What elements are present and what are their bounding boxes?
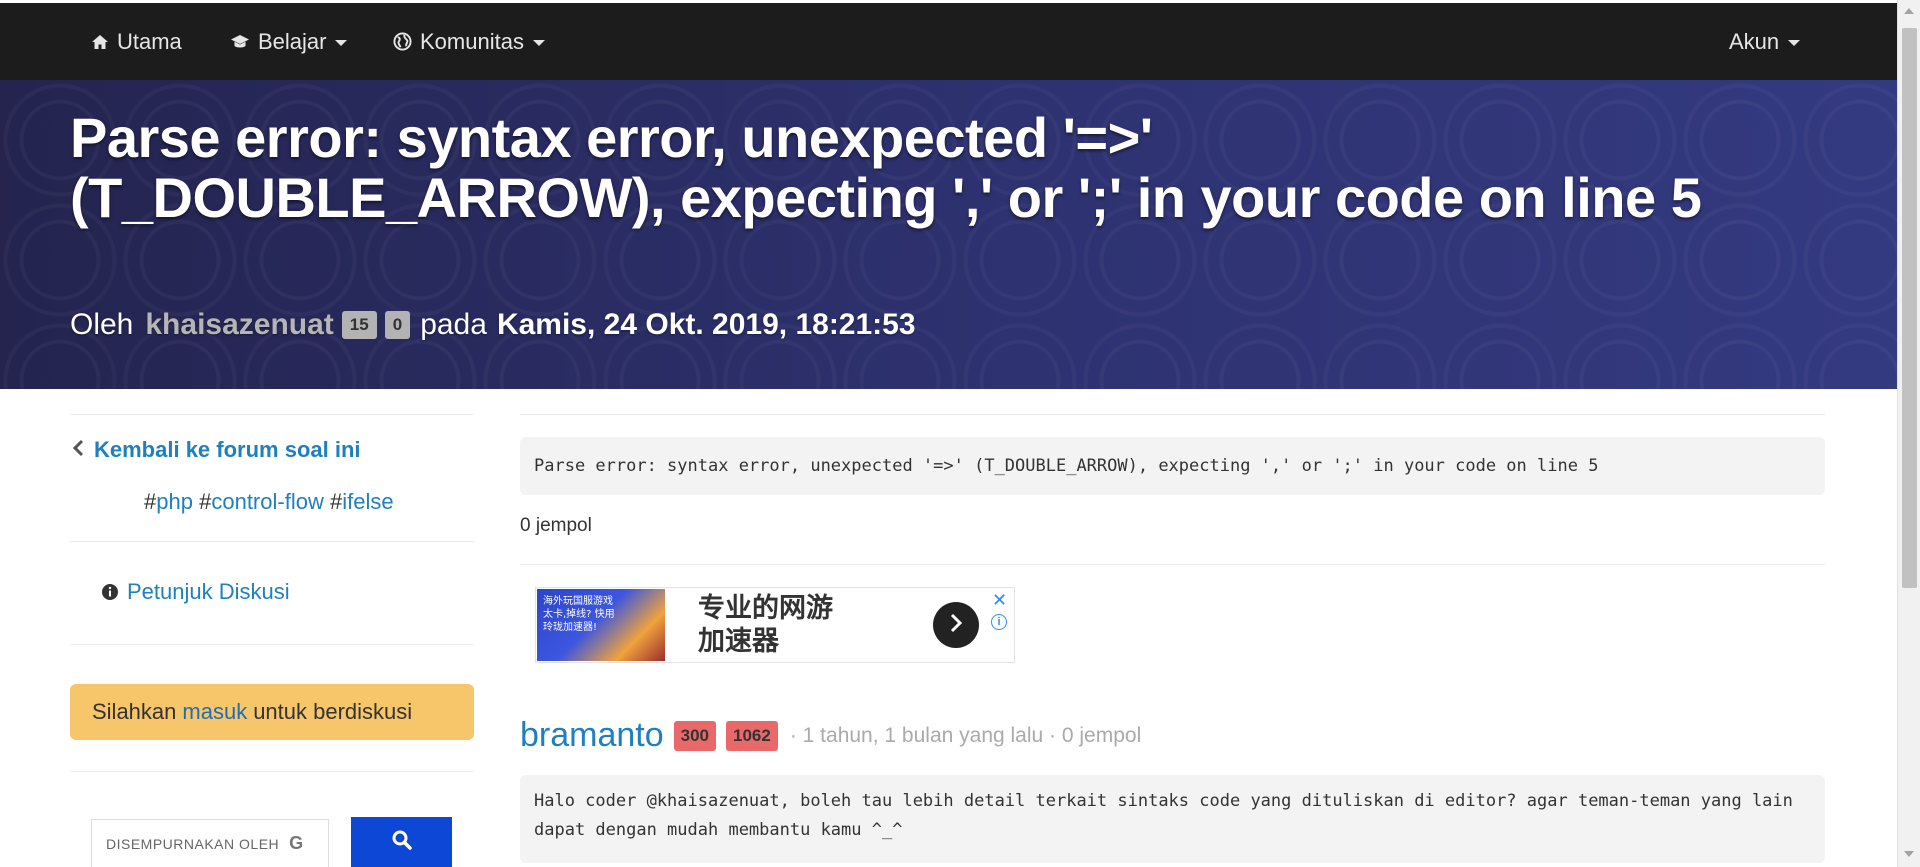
question-author[interactable]: khaisazenuat (145, 308, 333, 342)
page-title: Parse error: syntax error, unexpected '=… (70, 106, 1702, 229)
login-prompt-before: Silahkan (92, 699, 177, 724)
chevron-down-icon (1788, 39, 1801, 46)
search-icon (391, 829, 413, 856)
chevron-down-icon (532, 39, 545, 46)
search-enhanced-by: DISEMPURNAKAN OLEH (106, 835, 280, 852)
nav-learn-label: Belajar (258, 28, 327, 54)
author-badge: 15 (341, 311, 377, 339)
top-navbar: Utama Belajar Komunitas Akun (0, 0, 1897, 80)
tag-php[interactable]: php (156, 489, 193, 514)
divider (520, 564, 1825, 565)
ad-image-text: 海外玩国服游戏 太卡,掉线? 快用玲珑加速器! (543, 596, 615, 633)
tag-hash: # (144, 489, 157, 514)
nav-account-dropdown[interactable]: Akun (1729, 3, 1801, 80)
question-header: Parse error: syntax error, unexpected '=… (0, 80, 1897, 389)
reply-author-badge: 1062 (726, 720, 778, 751)
login-link[interactable]: masuk (182, 699, 247, 725)
nav-account-label: Akun (1729, 28, 1780, 54)
divider (520, 414, 1825, 415)
nav-community-dropdown[interactable]: Komunitas (393, 3, 545, 80)
ad-image: 海外玩国服游戏 太卡,掉线? 快用玲珑加速器! (537, 589, 665, 661)
ad-next-button[interactable] (933, 602, 979, 648)
reply-meta: · 1 tahun, 1 bulan yang lalu · 0 jempol (789, 723, 1142, 747)
info-icon (101, 583, 119, 601)
globe-icon (393, 32, 412, 51)
nav-community-label: Komunitas (420, 28, 524, 54)
ad-headline-line-1: 专业的网游 (698, 593, 833, 624)
back-link-label: Kembali ke forum soal ini (94, 437, 361, 462)
info-icon[interactable]: i (991, 614, 1007, 630)
reply-author-badge: 300 (673, 720, 717, 751)
login-prompt-after: untuk berdiskusi (253, 699, 413, 724)
question-likes: 0 jempol (520, 515, 592, 536)
ad-headline: 专业的网游 加速器 (698, 592, 833, 658)
chevron-left-icon (72, 437, 84, 463)
question-body: Parse error: syntax error, unexpected '=… (520, 437, 1825, 495)
reply-body: Halo coder @khaisazenuat, boleh tau lebi… (520, 775, 1825, 863)
nav-learn-dropdown[interactable]: Belajar (230, 3, 348, 80)
by-label: Oleh (70, 308, 134, 341)
advertisement[interactable]: 海外玩国服游戏 太卡,掉线? 快用玲珑加速器! 专业的网游 加速器 ✕ i (535, 587, 1015, 663)
vertical-scrollbar[interactable] (1897, 0, 1920, 867)
on-label: pada (420, 308, 487, 341)
divider (70, 541, 474, 542)
home-icon (91, 34, 109, 50)
graduation-cap-icon (230, 34, 250, 50)
chevron-down-icon (335, 39, 348, 46)
guide-label: Petunjuk Diskusi (127, 579, 290, 604)
scroll-up-arrow-icon[interactable] (1904, 8, 1914, 14)
tag-control-flow[interactable]: control-flow (211, 489, 323, 514)
divider (70, 644, 474, 645)
tag-list: #php #control-flow #ifelse (144, 489, 394, 515)
nav-home[interactable]: Utama (91, 3, 182, 80)
ad-headline-line-2: 加速器 (698, 626, 779, 657)
search-button[interactable] (351, 817, 452, 867)
reply-author[interactable]: bramanto (520, 716, 664, 755)
question-meta: Oleh khaisazenuat 15 0 pada Kamis, 24 Ok… (70, 308, 916, 342)
author-badge: 0 (384, 311, 411, 339)
close-icon[interactable]: ✕ (992, 590, 1007, 611)
nav-home-label: Utama (117, 28, 182, 54)
scrollbar-thumb[interactable] (1902, 28, 1917, 588)
back-to-forum-link[interactable]: Kembali ke forum soal ini (72, 437, 361, 463)
search-input[interactable]: DISEMPURNAKAN OLEH G (91, 819, 329, 867)
tag-hash: # (199, 489, 212, 514)
divider (70, 414, 474, 415)
tag-ifelse[interactable]: ifelse (342, 489, 393, 514)
question-date: Kamis, 24 Okt. 2019, 18:21:53 (496, 308, 916, 341)
tag-hash: # (329, 489, 343, 514)
chevron-right-icon (949, 613, 963, 638)
google-logo: G (289, 833, 304, 853)
login-prompt: Silahkan masuk untuk berdiskusi (70, 684, 474, 740)
divider (70, 771, 474, 772)
reply-header: bramanto 300 1062 · 1 tahun, 1 bulan yan… (520, 716, 1141, 755)
scroll-down-arrow-icon[interactable] (1904, 851, 1914, 857)
discussion-guide-link[interactable]: Petunjuk Diskusi (101, 579, 290, 605)
